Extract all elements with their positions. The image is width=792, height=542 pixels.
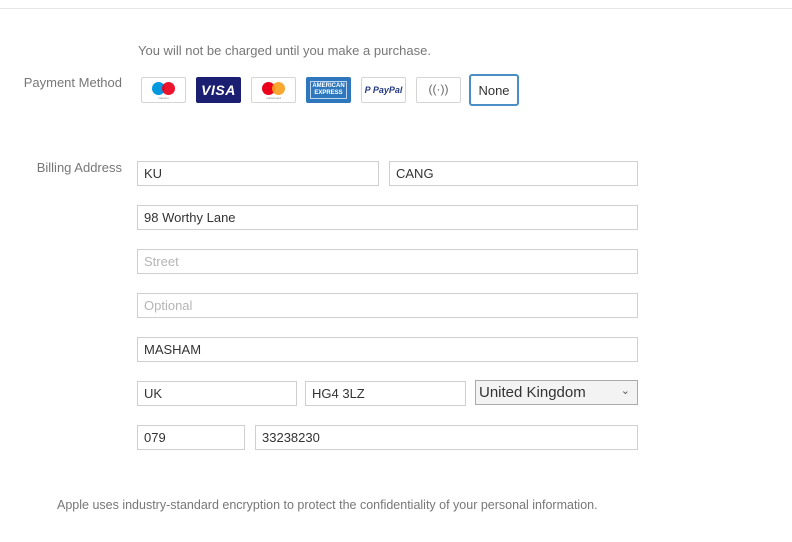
visa-card-icon: VISA: [201, 82, 236, 98]
phone-area-code-field[interactable]: [137, 425, 245, 450]
paypal-option[interactable]: P PayPal: [361, 77, 406, 103]
payment-method-label: Payment Method: [23, 75, 122, 90]
last-name-field[interactable]: [389, 161, 638, 186]
city-field[interactable]: [137, 337, 638, 362]
encryption-notice: Apple uses industry-standard encryption …: [57, 498, 598, 512]
country-select[interactable]: United Kingdom ⌄: [475, 380, 638, 405]
county-field[interactable]: [137, 381, 297, 406]
visa-card-option[interactable]: VISA: [196, 77, 241, 103]
country-select-value: United Kingdom: [479, 384, 586, 401]
street-line-1-field[interactable]: [137, 205, 638, 230]
maestro-card-option[interactable]: maestro: [141, 77, 186, 103]
contactless-icon: ((·)): [428, 82, 449, 96]
top-divider: [0, 8, 792, 9]
postcode-field[interactable]: [305, 381, 466, 406]
street-line-2-field[interactable]: [137, 249, 638, 274]
amex-card-option[interactable]: AMERICAN EXPRESS: [306, 77, 351, 103]
charge-notice: You will not be charged until you make a…: [138, 43, 431, 58]
billing-address-label: Billing Address: [36, 160, 122, 175]
contactless-option[interactable]: ((·)): [416, 77, 461, 103]
chevron-down-icon: ⌄: [620, 385, 630, 397]
phone-number-field[interactable]: [255, 425, 638, 450]
mastercard-card-option[interactable]: mastercard: [251, 77, 296, 103]
none-payment-option[interactable]: None: [469, 74, 519, 106]
first-name-field[interactable]: [137, 161, 379, 186]
paypal-icon: P PayPal: [364, 85, 403, 95]
street-line-3-field[interactable]: [137, 293, 638, 318]
